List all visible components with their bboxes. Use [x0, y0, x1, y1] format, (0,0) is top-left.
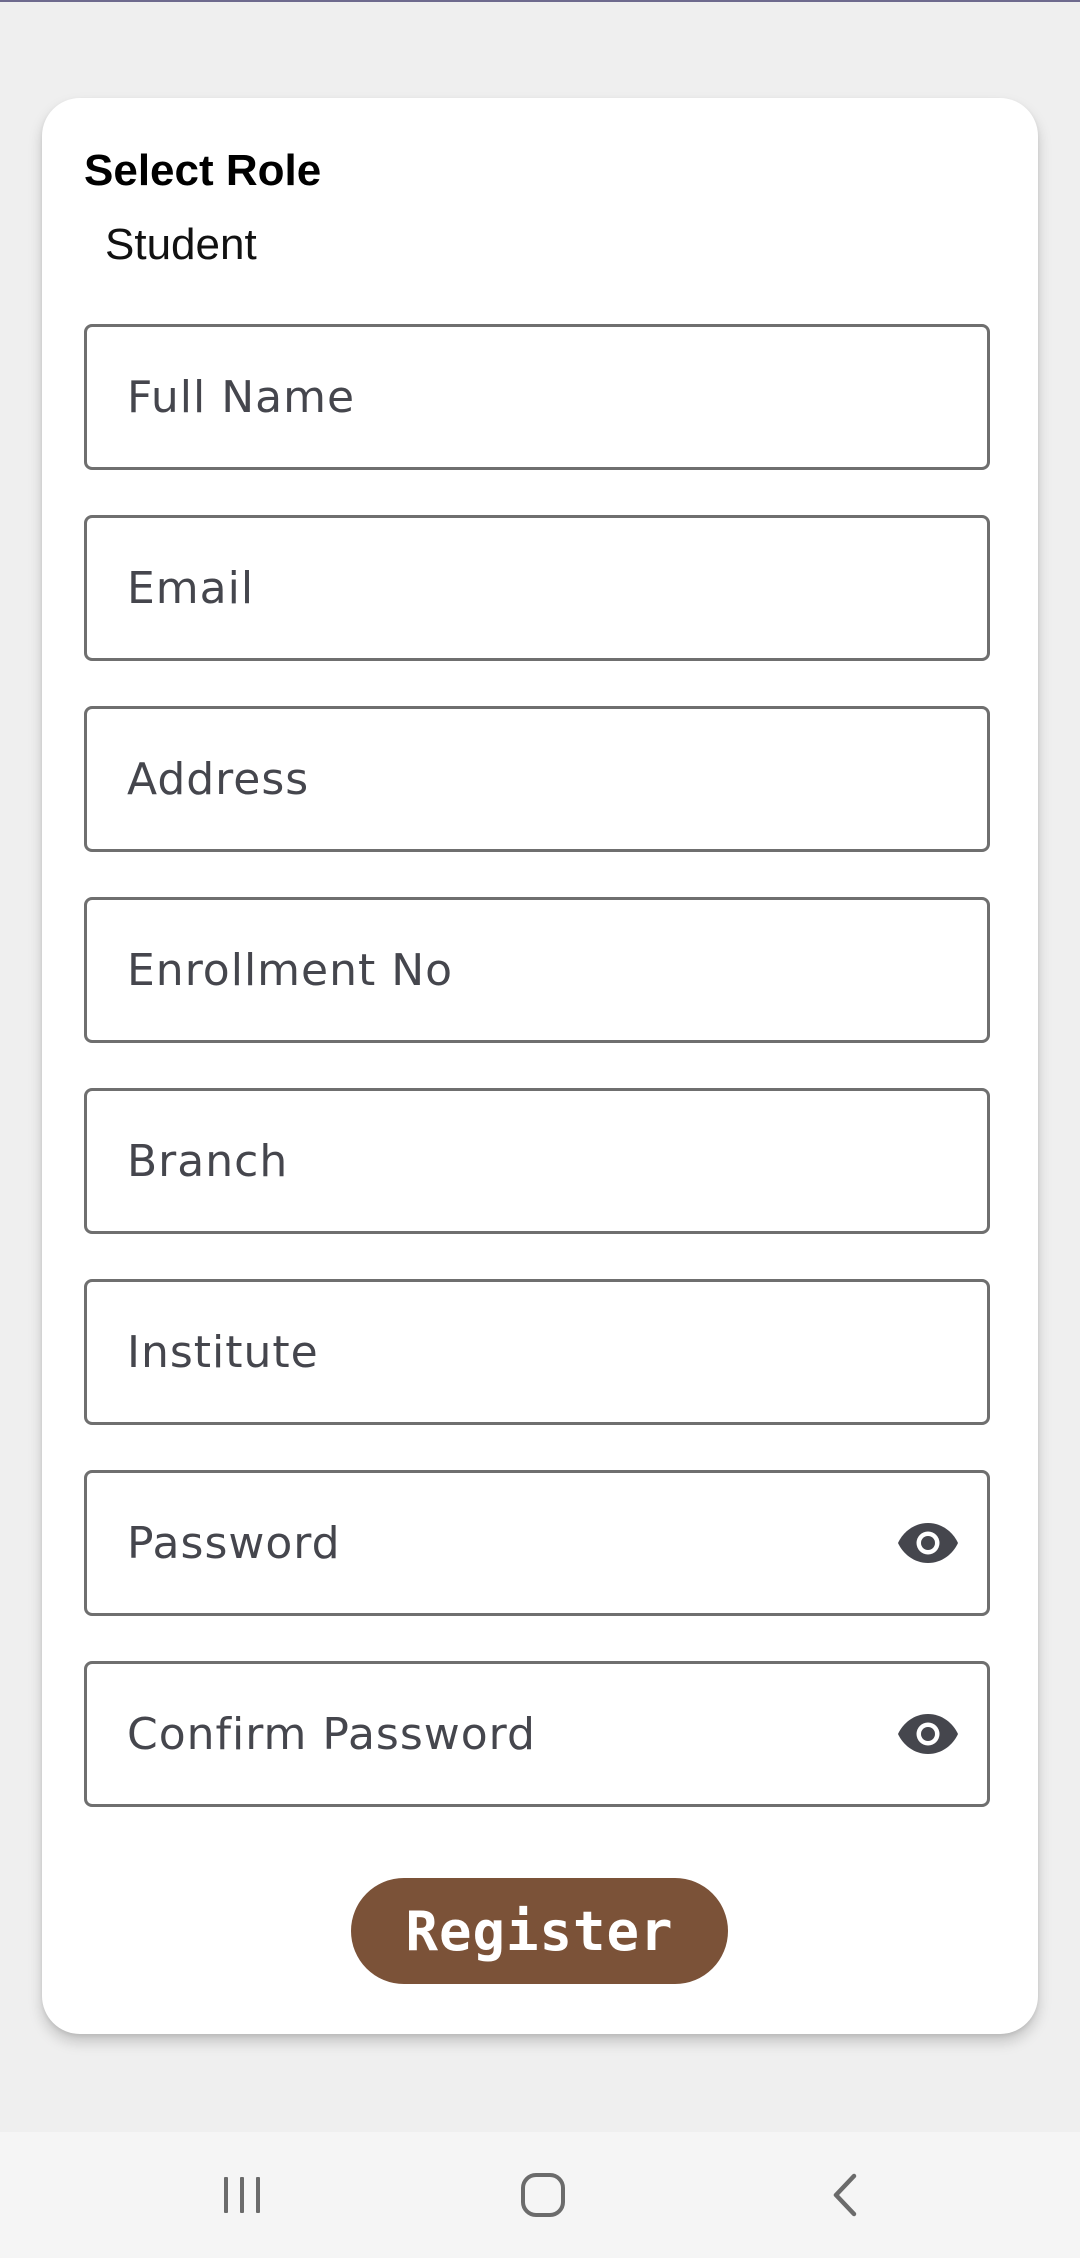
- register-button[interactable]: Register: [351, 1878, 728, 1984]
- full-name-field[interactable]: [84, 324, 990, 470]
- home-icon[interactable]: [503, 2160, 583, 2230]
- back-icon[interactable]: [806, 2160, 886, 2230]
- branch-field[interactable]: [84, 1088, 990, 1234]
- status-bar-edge: [0, 0, 1080, 2]
- email-input[interactable]: [127, 518, 907, 658]
- role-selector[interactable]: Student: [105, 220, 257, 270]
- eye-icon[interactable]: [897, 1714, 959, 1754]
- enrollment-no-input[interactable]: [127, 900, 907, 1040]
- full-name-input[interactable]: [127, 327, 907, 467]
- institute-field[interactable]: [84, 1279, 990, 1425]
- password-field[interactable]: [84, 1470, 990, 1616]
- institute-input[interactable]: [127, 1282, 907, 1422]
- enrollment-no-field[interactable]: [84, 897, 990, 1043]
- email-field[interactable]: [84, 515, 990, 661]
- confirm-password-input[interactable]: [127, 1664, 907, 1804]
- password-input[interactable]: [127, 1473, 907, 1613]
- address-input[interactable]: [127, 709, 907, 849]
- confirm-password-field[interactable]: [84, 1661, 990, 1807]
- recent-apps-icon[interactable]: [202, 2160, 282, 2230]
- registration-card: Select Role Student Register: [42, 98, 1038, 2034]
- branch-input[interactable]: [127, 1091, 907, 1231]
- select-role-label: Select Role: [84, 146, 322, 195]
- eye-icon[interactable]: [897, 1523, 959, 1563]
- address-field[interactable]: [84, 706, 990, 852]
- system-nav-bar: [0, 2132, 1080, 2258]
